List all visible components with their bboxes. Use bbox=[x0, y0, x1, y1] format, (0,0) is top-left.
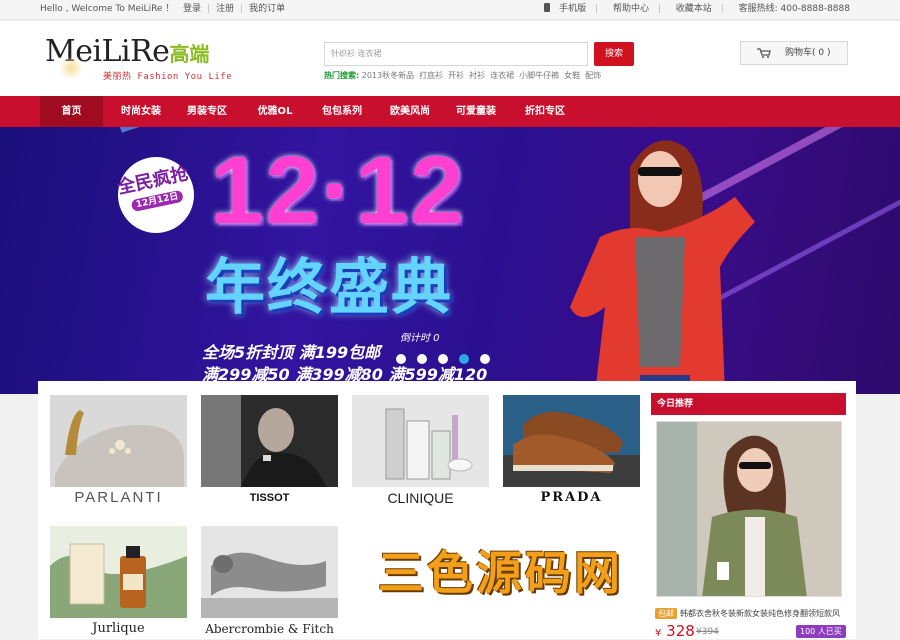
nav-item-home[interactable]: 首页 bbox=[40, 96, 103, 127]
brand-name: CLINIQUE bbox=[387, 490, 454, 506]
divider: | bbox=[595, 4, 599, 14]
brand-name: Jurlique bbox=[92, 621, 145, 636]
slide-dot-active[interactable] bbox=[459, 354, 469, 364]
model-photo-image bbox=[201, 526, 338, 618]
brand-name: TISSOT bbox=[249, 492, 290, 504]
cosmetics-image bbox=[352, 395, 489, 487]
my-orders-link[interactable]: 我的订单 bbox=[249, 4, 285, 14]
site-header: MeiLiRe高端 美丽热 Fashion You Life 针织衫 连衣裙 搜… bbox=[0, 21, 900, 96]
banner-countdown: 倒计时 0 bbox=[400, 333, 440, 344]
login-link[interactable]: 登录 bbox=[183, 4, 201, 14]
hot-searches: 热门搜索: 2013秋冬新品 打底衫 开衫 衬衫 连衣裙 小脚牛仔裤 女鞋 配饰 bbox=[324, 70, 606, 81]
hotline-text: 客服热线: 400-8888-8888 bbox=[738, 4, 850, 14]
recommend-product-image[interactable] bbox=[656, 421, 842, 597]
cart-button[interactable]: 购物车( 0 ) bbox=[740, 41, 848, 65]
banner-date: 12·12 bbox=[210, 137, 466, 244]
hot-keyword[interactable]: 女鞋 bbox=[564, 71, 580, 80]
hot-keyword[interactable]: 打底衫 bbox=[419, 71, 443, 80]
hot-keyword[interactable]: 连衣裙 bbox=[490, 71, 514, 80]
divider: | bbox=[720, 4, 724, 14]
brand-card-prada[interactable]: PRADA bbox=[503, 395, 640, 509]
slide-indicators bbox=[396, 349, 501, 368]
brand-image bbox=[201, 526, 338, 618]
top-right-links: 手机版 | 帮助中心 | 收藏本站 | 客服热线: 400-8888-8888 bbox=[538, 0, 850, 19]
hot-keyword[interactable]: 开衫 bbox=[448, 71, 464, 80]
slide-dot[interactable] bbox=[417, 354, 427, 364]
man-portrait-image bbox=[201, 395, 338, 487]
nav-item-womens[interactable]: 时尚女装 bbox=[110, 96, 172, 127]
bookmark-link[interactable]: 收藏本站 bbox=[676, 4, 712, 14]
site-logo[interactable]: MeiLiRe高端 美丽热 Fashion You Life bbox=[45, 35, 235, 85]
hot-keyword[interactable]: 2013秋冬新品 bbox=[362, 71, 414, 80]
mobile-link[interactable]: 手机版 bbox=[544, 3, 586, 14]
brand-card-abercrombie[interactable]: Abercrombie & Fitch bbox=[201, 526, 338, 640]
help-center-link[interactable]: 帮助中心 bbox=[613, 4, 649, 14]
top-bar: Hello , Welcome To MeiLiRe ！ 登录 | 注册 | 我的订单 … bbox=[0, 0, 900, 20]
register-link[interactable]: 注册 bbox=[216, 4, 234, 14]
watermark-text: 三色源码网 bbox=[378, 546, 623, 600]
today-title: 今日推荐 bbox=[651, 393, 846, 415]
price-value: 328 bbox=[666, 622, 695, 640]
slide-dot[interactable] bbox=[438, 354, 448, 364]
recommend-price: ¥ 328 bbox=[655, 622, 695, 640]
shoes-image bbox=[503, 395, 640, 487]
brand-card-parlanti[interactable]: PARLANTI bbox=[50, 395, 187, 509]
brand-image bbox=[50, 395, 187, 487]
banner-badge: 全民疯抢 12月12日 bbox=[110, 149, 202, 241]
cart-label: 购物车( 0 ) bbox=[785, 48, 831, 58]
brand-image bbox=[352, 395, 489, 487]
brand-card-jurlique[interactable]: Jurlique bbox=[50, 526, 187, 640]
brand-card-clinique[interactable]: CLINIQUE bbox=[352, 395, 489, 509]
brand-image bbox=[201, 395, 338, 487]
shoe-image bbox=[50, 395, 187, 487]
main-nav: 首页 时尚女装 男装专区 优雅OL 包包系列 欧美风尚 可爱童装 折扣专区 bbox=[0, 96, 900, 127]
original-price: ¥394 bbox=[696, 627, 719, 637]
welcome-text: Hello , Welcome To MeiLiRe ！ bbox=[40, 4, 175, 14]
logo-slogan: 美丽热 Fashion You Life bbox=[103, 72, 233, 82]
brand-image bbox=[503, 395, 640, 487]
free-shipping-tag: 包邮 bbox=[655, 608, 677, 619]
model-photo bbox=[657, 422, 841, 596]
divider: | bbox=[657, 4, 661, 14]
jurlique-product-image bbox=[50, 526, 187, 618]
nav-item-ol[interactable]: 优雅OL bbox=[242, 96, 308, 127]
hot-keyword[interactable]: 衬衫 bbox=[469, 71, 485, 80]
phone-icon bbox=[544, 3, 551, 12]
slide-dot[interactable] bbox=[480, 354, 490, 364]
currency-symbol: ¥ bbox=[655, 628, 662, 639]
logo-cn: 高端 bbox=[169, 42, 210, 66]
banner-event-title: 年终盛典 bbox=[205, 253, 453, 323]
nav-item-discount[interactable]: 折扣专区 bbox=[512, 96, 578, 127]
fashion-model-image bbox=[570, 140, 755, 394]
divider: | bbox=[240, 4, 244, 14]
nav-item-mens[interactable]: 男装专区 bbox=[176, 96, 238, 127]
star-glow-icon bbox=[58, 57, 84, 79]
hot-keyword[interactable]: 小脚牛仔裤 bbox=[519, 71, 559, 80]
brand-card-tissot[interactable]: TISSOT bbox=[201, 395, 338, 509]
light-beam bbox=[120, 127, 389, 133]
search-button[interactable]: 搜索 bbox=[594, 42, 634, 66]
nav-item-western[interactable]: 欧美风尚 bbox=[378, 96, 442, 127]
brand-name: PRADA bbox=[540, 490, 603, 505]
promo-banner[interactable]: 全民疯抢 12月12日 12·12 年终盛典 倒计时 0 全场5折封顶 满199… bbox=[0, 127, 900, 394]
slide-dot[interactable] bbox=[396, 354, 406, 364]
today-recommend: 今日推荐 包邮 韩都衣舍秋冬装新款女装纯色修身翻领短款风 ¥ 328 ¥394 1… bbox=[651, 393, 846, 640]
cart-icon bbox=[757, 48, 771, 58]
hot-keyword[interactable]: 配饰 bbox=[585, 71, 601, 80]
divider: | bbox=[207, 4, 211, 14]
search-input[interactable]: 针织衫 连衣裙 bbox=[324, 42, 588, 66]
account-links: 登录 | 注册 | 我的订单 bbox=[183, 0, 291, 19]
nav-item-kids[interactable]: 可爱童装 bbox=[444, 96, 508, 127]
banner-promo-line1: 全场5折封顶 满199包邮 bbox=[202, 343, 381, 362]
recommend-title: 韩都衣舍秋冬装新款女装纯色修身翻领短款风 bbox=[680, 609, 840, 618]
recommend-description[interactable]: 包邮 韩都衣舍秋冬装新款女装纯色修身翻领短款风 bbox=[655, 608, 845, 619]
brand-image bbox=[50, 526, 187, 618]
nav-item-bags[interactable]: 包包系列 bbox=[310, 96, 374, 127]
sold-count-badge: 100 人已买 bbox=[796, 625, 846, 638]
brand-name: Abercrombie & Fitch bbox=[205, 622, 334, 636]
brand-name: PARLANTI bbox=[74, 489, 163, 506]
hot-search-label: 热门搜索: bbox=[324, 71, 360, 80]
